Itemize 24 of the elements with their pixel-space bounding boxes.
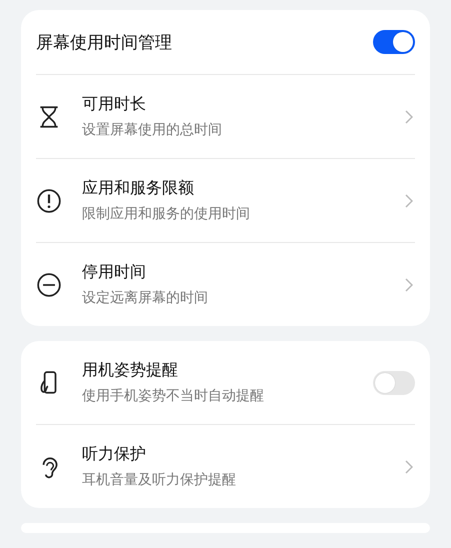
item-title: 用机姿势提醒: [82, 360, 179, 381]
item-subtitle: 设置屏幕使用的总时间: [82, 121, 223, 139]
settings-row[interactable]: 停用时间 设定远离屏幕的时间: [36, 243, 415, 326]
chevron-right-icon: [405, 110, 413, 124]
settings-row[interactable]: 听力保护 耳机音量及听力保护提醒: [36, 425, 415, 508]
item-subtitle: 限制应用和服务的使用时间: [82, 205, 251, 223]
settings-row[interactable]: 应用和服务限额 限制应用和服务的使用时间: [36, 159, 415, 242]
chevron-right-icon: [405, 194, 413, 208]
item-subtitle: 设定远离屏幕的时间: [82, 289, 209, 307]
toggle-switch[interactable]: [373, 370, 415, 394]
item-title: 应用和服务限额: [82, 178, 195, 199]
item-subtitle: 耳机音量及听力保护提醒: [82, 471, 237, 489]
settings-row[interactable]: 可用时长 设置屏幕使用的总时间: [36, 75, 415, 158]
chevron-right-icon: [405, 278, 413, 292]
exclamation-circle-icon: [36, 188, 62, 214]
item-title: 可用时长: [82, 94, 147, 115]
chevron-right-icon: [405, 460, 413, 474]
toggle-switch[interactable]: [373, 30, 415, 54]
section-title: 屏幕使用时间管理: [36, 32, 172, 54]
item-title: 停用时间: [82, 262, 147, 283]
item-title: 听力保护: [82, 444, 147, 465]
item-subtitle: 使用手机姿势不当时自动提醒: [82, 387, 265, 405]
settings-row[interactable]: 用机姿势提醒 使用手机姿势不当时自动提醒: [36, 341, 415, 424]
minus-circle-icon: [36, 272, 62, 298]
